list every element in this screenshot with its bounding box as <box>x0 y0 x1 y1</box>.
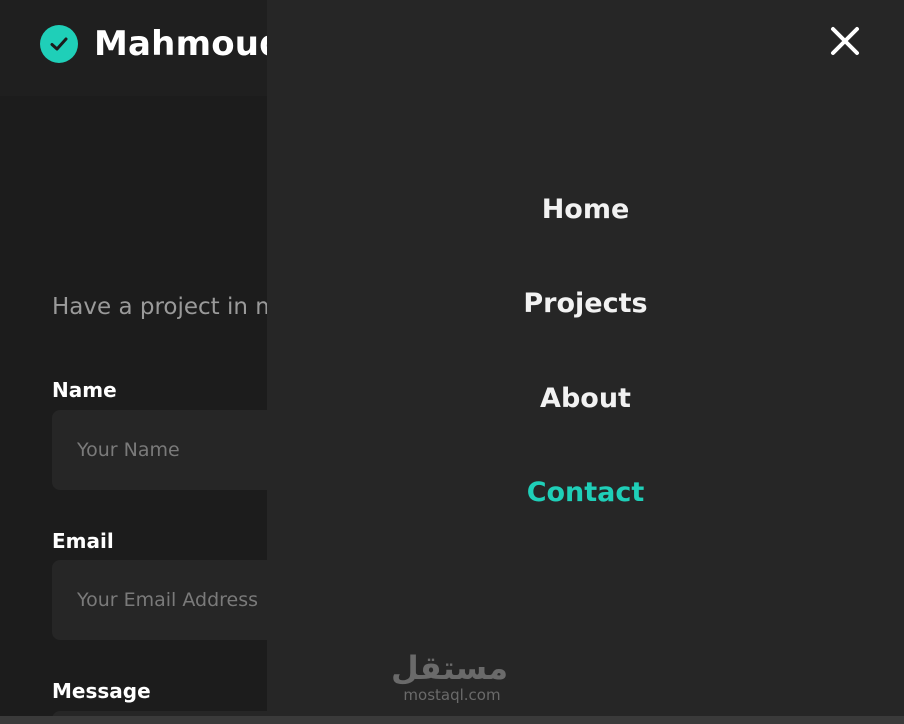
name-label: Name <box>52 378 117 402</box>
brand-name: Mahmoud <box>94 24 284 64</box>
page: Mahmoud Have a project in m Name Your Na… <box>0 0 904 724</box>
nav-item-contact[interactable]: Contact <box>267 477 904 508</box>
contact-intro: Have a project in m <box>52 294 278 320</box>
close-icon <box>830 26 860 60</box>
nav-item-home[interactable]: Home <box>267 194 904 225</box>
name-placeholder: Your Name <box>77 439 180 461</box>
watermark: مستقل mostaql.com <box>390 649 508 704</box>
check-circle-icon <box>40 25 78 63</box>
email-placeholder: Your Email Address <box>77 589 259 611</box>
nav-item-projects[interactable]: Projects <box>267 288 904 319</box>
nav-menu-panel: Home Projects About Contact <box>267 0 904 716</box>
bottom-scrollbar <box>0 716 904 724</box>
brand[interactable]: Mahmoud <box>40 24 284 64</box>
close-menu-button[interactable] <box>826 24 864 62</box>
email-label: Email <box>52 529 114 553</box>
watermark-latin: mostaql.com <box>403 686 501 704</box>
nav-item-about[interactable]: About <box>267 383 904 414</box>
message-label: Message <box>52 679 151 703</box>
watermark-arabic: مستقل <box>390 649 508 687</box>
